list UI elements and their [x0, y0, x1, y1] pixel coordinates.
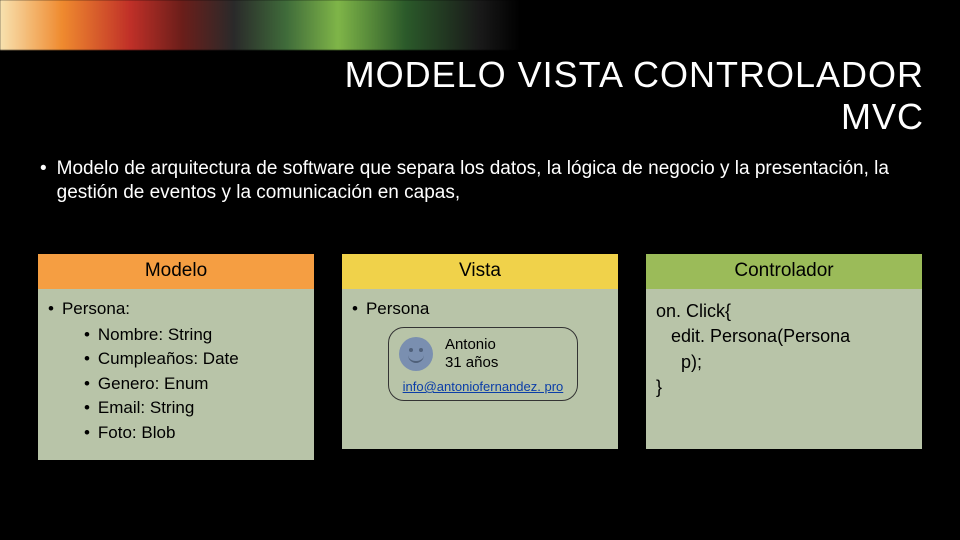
bullet-dot-icon: • [84, 421, 90, 446]
persona-card: Antonio 31 años info@antoniofernandez. p… [388, 327, 578, 402]
modelo-field: Genero: Enum [98, 372, 209, 397]
bullet-dot-icon: • [84, 372, 90, 397]
column-modelo: Modelo • Persona: • Nombre: String • Cumpl… [38, 254, 314, 460]
slide-title: MODELO VISTA CONTROLADOR MVC [30, 54, 930, 139]
title-line2: MVC [841, 96, 924, 137]
modelo-field: Foto: Blob [98, 421, 176, 446]
bullet-dot-icon: • [84, 396, 90, 421]
persona-card-lines: Antonio 31 años [445, 336, 498, 374]
bullet-dot-icon: • [352, 299, 358, 402]
persona-name: Antonio [445, 336, 498, 355]
modelo-item-title: Persona: [62, 299, 130, 318]
bullet-dot-icon: • [40, 157, 47, 181]
vista-item: Persona Antonio 31 años [366, 299, 578, 402]
modelo-field: Cumpleaños: Date [98, 347, 239, 372]
bullet-dot-icon: • [84, 323, 90, 348]
modelo-field: Nombre: String [98, 323, 212, 348]
modelo-item: Persona: • Nombre: String • Cumpleaños: Da… [62, 299, 239, 446]
bullet-dot-icon: • [48, 299, 54, 446]
modelo-fields: • Nombre: String • Cumpleaños: Date • Gener… [62, 323, 239, 446]
slide: MODELO VISTA CONTROLADOR MVC • Modelo de… [0, 0, 960, 460]
column-controlador: Controlador on. Click{ edit. Persona(Per… [646, 254, 922, 460]
column-controlador-body: on. Click{ edit. Persona(Persona p); } [646, 289, 922, 449]
modelo-field: Email: String [98, 396, 194, 421]
description-text: Modelo de arquitectura de software que s… [57, 157, 924, 206]
bullet-dot-icon: • [84, 347, 90, 372]
controlador-code: on. Click{ edit. Persona(Persona p); } [656, 299, 912, 401]
persona-age: 31 años [445, 354, 498, 373]
column-controlador-header: Controlador [646, 254, 922, 289]
description-bullet: • Modelo de arquitectura de software que… [30, 157, 930, 206]
persona-email-link[interactable]: info@antoniofernandez. pro [399, 379, 567, 394]
column-modelo-body: • Persona: • Nombre: String • Cumpleaños: … [38, 289, 314, 460]
column-vista-header: Vista [342, 254, 618, 289]
columns-container: Modelo • Persona: • Nombre: String • Cumpl… [30, 254, 930, 460]
column-vista-body: • Persona Antonio 31 añ [342, 289, 618, 449]
title-line1: MODELO VISTA CONTROLADOR [345, 54, 924, 95]
column-vista: Vista • Persona [342, 254, 618, 460]
column-modelo-header: Modelo [38, 254, 314, 289]
smiley-icon [399, 337, 433, 371]
vista-item-title: Persona [366, 299, 429, 318]
